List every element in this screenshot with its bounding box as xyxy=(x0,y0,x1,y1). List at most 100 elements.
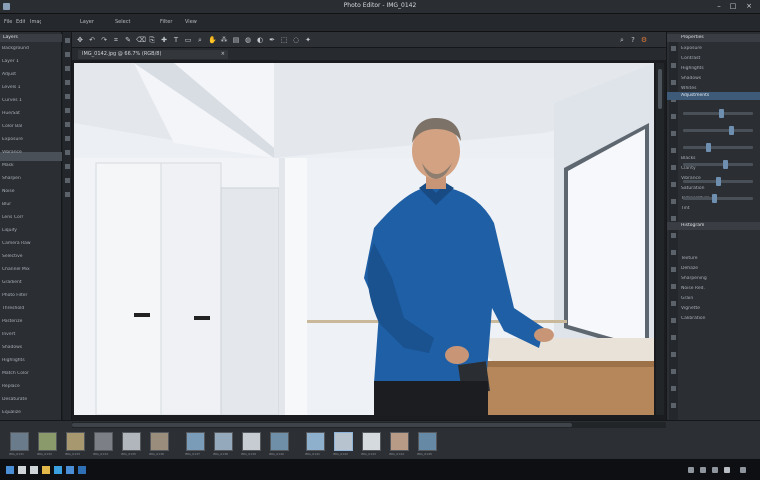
help-icon[interactable]: ? xyxy=(629,36,637,44)
blur-icon[interactable]: ◍ xyxy=(244,36,252,44)
brush-icon[interactable]: ✎ xyxy=(124,36,132,44)
browser-icon[interactable] xyxy=(54,466,62,474)
panel-tab-button[interactable] xyxy=(671,233,676,238)
layer-row[interactable]: Match Color xyxy=(2,371,58,376)
hand-icon[interactable]: ✋ xyxy=(208,36,217,44)
filmstrip-thumbnail[interactable] xyxy=(390,432,409,451)
tool-button[interactable] xyxy=(65,192,70,197)
horizontal-scrollbar[interactable] xyxy=(72,422,666,428)
clone-icon[interactable]: ⎘ xyxy=(148,36,156,44)
maximize-button[interactable]: □ xyxy=(728,2,738,10)
layer-row[interactable]: Threshold xyxy=(2,306,58,311)
filmstrip-thumbnail[interactable] xyxy=(94,432,113,451)
move-icon[interactable]: ✥ xyxy=(76,36,84,44)
filmstrip-thumbnail[interactable] xyxy=(418,432,437,451)
menu-item-select[interactable]: Select xyxy=(115,19,155,25)
tool-button[interactable] xyxy=(65,108,70,113)
heal-icon[interactable]: ✚ xyxy=(160,36,168,44)
panel-tab-button[interactable] xyxy=(671,216,676,221)
layer-row[interactable]: Vibrance xyxy=(2,150,58,155)
vertical-scrollbar[interactable] xyxy=(656,63,664,415)
tool-button[interactable] xyxy=(65,164,70,169)
panel-tab-button[interactable] xyxy=(671,148,676,153)
tool-button[interactable] xyxy=(65,136,70,141)
panel-tab-button[interactable] xyxy=(671,403,676,408)
filmstrip-thumbnail[interactable] xyxy=(38,432,57,451)
lasso-icon[interactable]: ◌ xyxy=(292,36,300,44)
panel-tab-button[interactable] xyxy=(671,284,676,289)
slider-knob[interactable] xyxy=(723,160,729,169)
panel-tab-button[interactable] xyxy=(671,352,676,357)
dodge-icon[interactable]: ◐ xyxy=(256,36,264,44)
zoom-icon[interactable]: ⌕ xyxy=(196,36,204,44)
layer-row[interactable]: Camera Raw xyxy=(2,241,58,246)
tool-button[interactable] xyxy=(65,150,70,155)
panel-tab-button[interactable] xyxy=(671,267,676,272)
layer-row[interactable]: Levels 1 xyxy=(2,85,58,90)
panel-tab-button[interactable] xyxy=(671,114,676,119)
slider-knob[interactable] xyxy=(728,126,734,135)
layer-row[interactable]: Sharpen xyxy=(2,176,58,181)
slider-knob[interactable] xyxy=(712,194,718,203)
filmstrip-thumbnail[interactable] xyxy=(334,432,353,451)
text-icon[interactable]: T xyxy=(172,36,180,44)
layer-row[interactable]: Exposure xyxy=(2,137,58,142)
panel-tab-button[interactable] xyxy=(671,335,676,340)
layer-row[interactable]: Posterize xyxy=(2,319,58,324)
search-icon[interactable] xyxy=(18,466,26,474)
tool-button[interactable] xyxy=(65,66,70,71)
photo-canvas[interactable] xyxy=(74,63,654,415)
filmstrip-thumbnail[interactable] xyxy=(186,432,205,451)
search-icon[interactable]: ⌕ xyxy=(618,36,626,44)
eyedropper-icon[interactable]: ⁂ xyxy=(220,36,228,44)
undo-icon[interactable]: ↶ xyxy=(88,36,96,44)
mail-icon[interactable] xyxy=(66,466,74,474)
layer-row[interactable]: Blur xyxy=(2,202,58,207)
layer-row[interactable]: Replace xyxy=(2,384,58,389)
layer-row[interactable]: Selective xyxy=(2,254,58,259)
tool-button[interactable] xyxy=(65,38,70,43)
panel-tab-button[interactable] xyxy=(671,250,676,255)
tray-volume-icon[interactable] xyxy=(700,467,706,473)
shape-icon[interactable]: ▭ xyxy=(184,36,192,44)
layer-row[interactable]: Photo Filter xyxy=(2,293,58,298)
close-button[interactable]: × xyxy=(744,2,754,10)
horizontal-scroll-thumb[interactable] xyxy=(72,423,572,427)
adjustment-slider[interactable] xyxy=(683,143,753,152)
filmstrip-thumbnail[interactable] xyxy=(122,432,141,451)
canvas-area[interactable] xyxy=(72,60,666,420)
menu-item-file[interactable]: File xyxy=(4,19,12,25)
filmstrip-thumbnail[interactable] xyxy=(66,432,85,451)
panel-tab-button[interactable] xyxy=(671,386,676,391)
filmstrip-thumbnail[interactable] xyxy=(214,432,233,451)
menu-item-view[interactable]: View xyxy=(185,19,201,25)
adjustment-slider[interactable] xyxy=(683,126,753,135)
tool-button[interactable] xyxy=(65,94,70,99)
filmstrip-thumbnail[interactable] xyxy=(270,432,289,451)
menu-item-filter[interactable]: Filter xyxy=(160,19,178,25)
layer-row[interactable]: Desaturate xyxy=(2,397,58,402)
panel-tab-button[interactable] xyxy=(671,80,676,85)
notifications-icon[interactable] xyxy=(740,467,746,473)
panel-tab-button[interactable] xyxy=(671,199,676,204)
panel-tab-button[interactable] xyxy=(671,165,676,170)
slider-knob[interactable] xyxy=(705,143,711,152)
redo-icon[interactable]: ↷ xyxy=(100,36,108,44)
wand-icon[interactable]: ✦ xyxy=(304,36,312,44)
tray-battery-icon[interactable] xyxy=(712,467,718,473)
slider-knob[interactable] xyxy=(715,177,721,186)
tray-clock-icon[interactable] xyxy=(724,467,730,473)
settings-icon[interactable]: ⚙ xyxy=(640,36,648,44)
filmstrip-thumbnail[interactable] xyxy=(306,432,325,451)
layer-row[interactable]: Color Bal xyxy=(2,124,58,129)
layer-row[interactable]: Invert xyxy=(2,332,58,337)
panel-tab-button[interactable] xyxy=(671,182,676,187)
layer-row[interactable]: Background xyxy=(2,46,58,51)
panel-tab-button[interactable] xyxy=(671,369,676,374)
menu-item-layer[interactable]: Layer xyxy=(80,19,104,25)
tool-button[interactable] xyxy=(65,52,70,57)
pen-icon[interactable]: ✒ xyxy=(268,36,276,44)
layer-row[interactable]: Curves 1 xyxy=(2,98,58,103)
filmstrip-thumbnail[interactable] xyxy=(242,432,261,451)
layer-row[interactable]: Liquify xyxy=(2,228,58,233)
